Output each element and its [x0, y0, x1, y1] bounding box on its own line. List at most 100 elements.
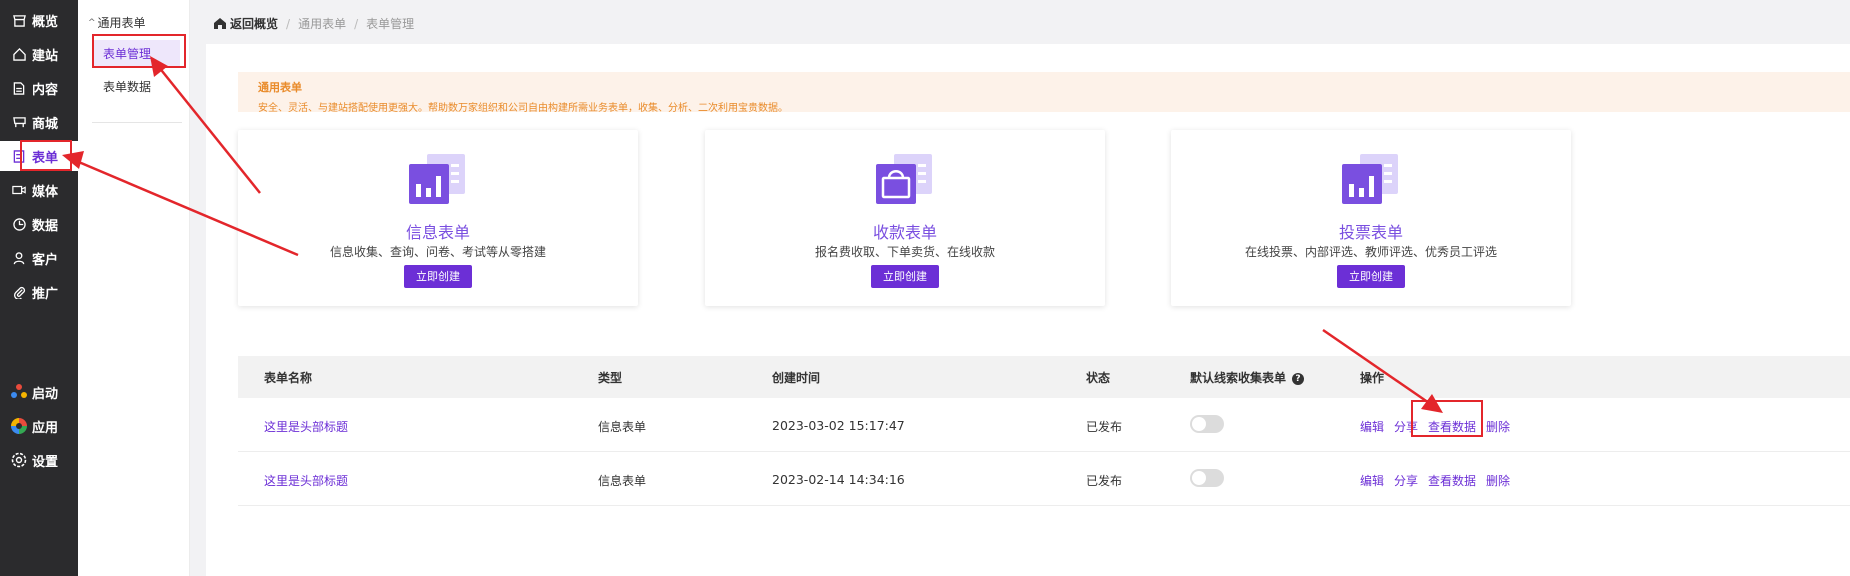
form-created: 2023-02-14 14:34:16	[772, 472, 905, 487]
sub-item-form-management[interactable]: 表单管理	[92, 40, 180, 68]
divider	[92, 122, 182, 123]
column-header-name: 表单名称	[264, 371, 313, 385]
form-type: 信息表单	[598, 420, 647, 434]
nav-item-form[interactable]: 表单	[0, 141, 78, 171]
form-name-link[interactable]: 这里是头部标题	[264, 472, 348, 489]
form-type: 信息表单	[598, 474, 647, 488]
breadcrumb: 返回概览 / 通用表单 / 表单管理	[214, 15, 414, 32]
bar-chart-icon	[1342, 154, 1400, 208]
nav-item-data[interactable]: 数据	[0, 209, 78, 239]
nav-item-overview[interactable]: 概览	[0, 5, 78, 35]
edit-button[interactable]: 编辑	[1360, 418, 1384, 435]
nav-item-settings[interactable]: 设置	[0, 445, 78, 475]
chevron-up-icon: ^	[88, 17, 96, 28]
card-title: 投票表单	[1338, 223, 1403, 242]
card-info-form: 信息表单 信息收集、查询、问卷、考试等从零搭建 立即创建	[238, 130, 638, 306]
card-vote-form: 投票表单 在线投票、内部评选、教师评选、优秀员工评选 立即创建	[1171, 130, 1571, 306]
column-header-created: 创建时间	[772, 371, 821, 385]
nav-item-promo[interactable]: 推广	[0, 277, 78, 307]
gear-icon	[10, 451, 28, 469]
card-desc: 报名费收取、下单卖货、在线收款	[814, 245, 995, 259]
home-icon	[214, 18, 226, 29]
share-button[interactable]: 分享	[1394, 418, 1418, 435]
form-status: 已发布	[1086, 420, 1123, 434]
sub-item-label: 表单数据	[103, 80, 152, 94]
column-header-status: 状态	[1086, 371, 1111, 385]
table-row: 这里是头部标题 信息表单 2023-02-14 14:34:16 已发布 编辑 …	[238, 452, 1850, 506]
notice-desc: 安全、灵活、与建站搭配使用更强大。帮助数万家组织和公司自由构建所需业务表单，收集…	[258, 103, 788, 114]
sub-item-form-data[interactable]: 表单数据	[92, 73, 180, 101]
breadcrumb-separator: /	[354, 16, 359, 31]
nav-item-launch[interactable]: 启动	[0, 377, 78, 407]
nav-item-apps[interactable]: 应用	[0, 411, 78, 441]
sub-item-label: 表单管理	[103, 47, 152, 61]
row-actions: 编辑 分享 查看数据 删除	[1360, 472, 1510, 489]
user-icon	[12, 251, 26, 265]
nav-item-media[interactable]: 媒体	[0, 175, 78, 205]
create-info-form-button[interactable]: 立即创建	[404, 265, 472, 288]
card-desc: 信息收集、查询、问卷、考试等从零搭建	[329, 245, 546, 259]
default-lead-toggle[interactable]	[1190, 415, 1224, 433]
nav-item-mall[interactable]: 商城	[0, 107, 78, 137]
default-lead-toggle[interactable]	[1190, 469, 1224, 487]
shop-icon	[12, 13, 26, 27]
nav-label: 概览	[32, 14, 59, 30]
column-header-default-lead: 默认线索收集表单?	[1190, 369, 1305, 386]
nav-item-site[interactable]: 建站	[0, 39, 78, 69]
video-icon	[12, 183, 26, 197]
bar-chart-icon	[409, 154, 467, 208]
help-icon[interactable]: ?	[1292, 372, 1305, 385]
delete-button[interactable]: 删除	[1486, 418, 1510, 435]
nav-label: 设置	[32, 454, 59, 470]
document-icon	[12, 81, 26, 95]
dots-icon	[10, 383, 28, 401]
delete-button[interactable]: 删除	[1486, 472, 1510, 489]
nav-label: 客户	[32, 252, 59, 268]
toggle-knob	[1192, 417, 1206, 431]
cart-icon	[12, 115, 26, 129]
apps-icon	[10, 417, 28, 435]
form-created: 2023-03-02 15:17:47	[772, 418, 905, 433]
nav-label: 商城	[32, 116, 59, 132]
toggle-knob	[1192, 471, 1206, 485]
card-title: 信息表单	[405, 223, 470, 242]
column-header-default-lead-label: 默认线索收集表单	[1190, 371, 1287, 385]
nav-item-content[interactable]: 内容	[0, 73, 78, 103]
view-data-button[interactable]: 查看数据	[1428, 472, 1476, 489]
share-button[interactable]: 分享	[1394, 472, 1418, 489]
nav-label: 推广	[32, 286, 59, 302]
notice-banner: 通用表单 安全、灵活、与建站搭配使用更强大。帮助数万家组织和公司自由构建所需业务…	[238, 72, 1850, 114]
breadcrumb-back-label: 返回概览	[230, 17, 279, 31]
sub-nav-header-label: 通用表单	[97, 16, 146, 30]
breadcrumb-separator: /	[286, 16, 291, 31]
notice-title: 通用表单	[258, 81, 302, 94]
column-header-ops: 操作	[1360, 371, 1385, 385]
shopping-bag-icon	[876, 154, 934, 208]
paperclip-icon	[12, 285, 26, 299]
form-icon	[12, 149, 26, 163]
chart-icon	[12, 217, 26, 231]
table-header: 表单名称 类型 创建时间 状态 默认线索收集表单? 操作	[238, 356, 1850, 398]
view-data-button[interactable]: 查看数据	[1428, 418, 1476, 435]
nav-label: 数据	[32, 218, 59, 234]
form-name-link[interactable]: 这里是头部标题	[264, 418, 348, 435]
table-row: 这里是头部标题 信息表单 2023-03-02 15:17:47 已发布 编辑 …	[238, 398, 1850, 452]
nav-label: 表单	[32, 150, 59, 166]
breadcrumb-level2: 表单管理	[366, 17, 415, 31]
form-status: 已发布	[1086, 474, 1123, 488]
nav-label: 媒体	[32, 184, 59, 200]
nav-item-customer[interactable]: 客户	[0, 243, 78, 273]
sub-nav-header[interactable]: ^ 通用表单	[88, 14, 146, 31]
create-payment-form-button[interactable]: 立即创建	[871, 265, 939, 288]
column-header-type: 类型	[598, 371, 623, 385]
breadcrumb-back[interactable]: 返回概览	[214, 15, 278, 32]
nav-label: 启动	[32, 386, 59, 402]
create-vote-form-button[interactable]: 立即创建	[1337, 265, 1405, 288]
card-desc: 在线投票、内部评选、教师评选、优秀员工评选	[1244, 245, 1497, 259]
home-icon	[12, 47, 26, 61]
edit-button[interactable]: 编辑	[1360, 472, 1384, 489]
nav-label: 应用	[32, 420, 59, 436]
breadcrumb-level1[interactable]: 通用表单	[298, 15, 346, 32]
card-title: 收款表单	[872, 223, 937, 242]
main-nav: 概览 建站 内容 商城 表单 媒体 数据 客户 推广 启动 应用 设置	[0, 0, 78, 576]
